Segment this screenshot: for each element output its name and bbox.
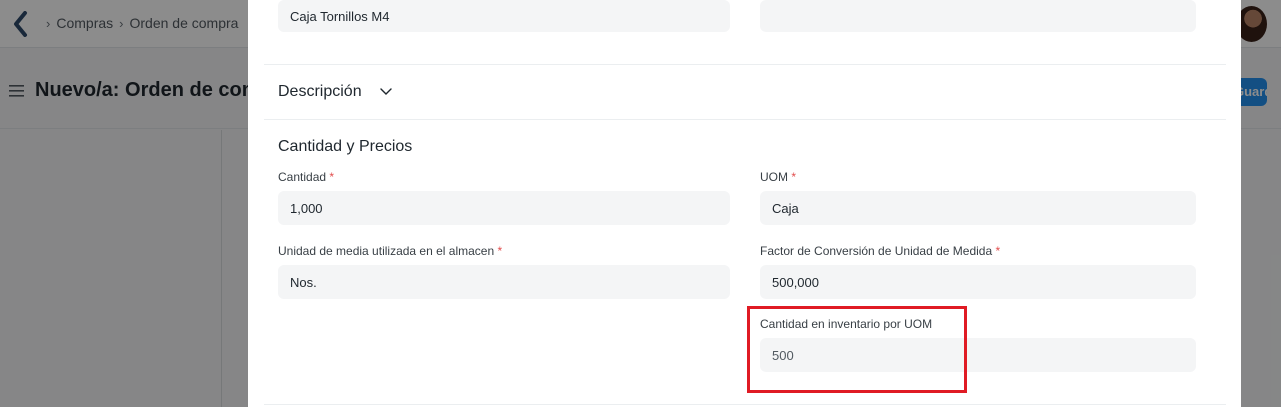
section-divider <box>264 119 1226 120</box>
highlight-box <box>747 306 967 393</box>
stock-uom-label: Unidad de media utilizada en el almacen … <box>278 244 502 258</box>
qty-input[interactable]: 1,000 <box>278 191 730 225</box>
required-marker: * <box>329 170 335 184</box>
uom-label: UOM * <box>760 170 796 184</box>
uom-label-text: UOM <box>760 170 788 184</box>
conversion-factor-label-text: Factor de Conversión de Unidad de Medida <box>760 244 993 258</box>
qty-label: Cantidad * <box>278 170 334 184</box>
required-marker: * <box>791 170 797 184</box>
item-secondary-field[interactable] <box>760 0 1196 32</box>
required-marker: * <box>995 244 1001 258</box>
section-divider <box>264 64 1226 65</box>
item-name-field[interactable]: Caja Tornillos M4 <box>278 0 730 32</box>
qty-section-title: Cantidad y Precios <box>278 138 413 155</box>
qty-label-text: Cantidad <box>278 170 327 184</box>
required-marker: * <box>497 244 503 258</box>
section-divider <box>264 404 1226 405</box>
conversion-factor-label: Factor de Conversión de Unidad de Medida… <box>760 244 1000 258</box>
uom-input[interactable]: Caja <box>760 191 1196 225</box>
stock-uom-input[interactable]: Nos. <box>278 265 730 299</box>
conversion-factor-input[interactable]: 500,000 <box>760 265 1196 299</box>
chevron-down-icon[interactable] <box>380 88 392 96</box>
description-section-toggle[interactable]: Descripción <box>278 83 362 101</box>
stock-uom-label-text: Unidad de media utilizada en el almacen <box>278 244 495 258</box>
